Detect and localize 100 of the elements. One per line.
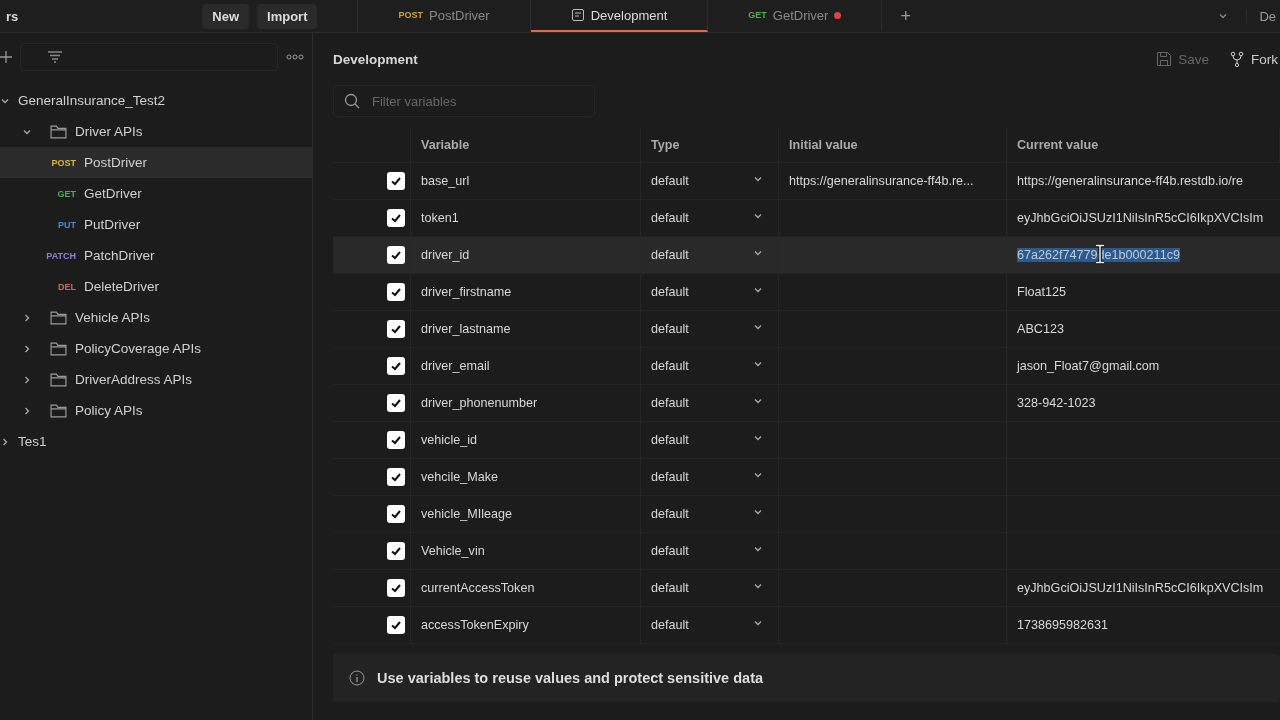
checkbox[interactable] [387,283,405,301]
header-fragment: rs [5,8,20,24]
checkmark-icon [390,397,402,409]
checkbox[interactable] [387,246,405,264]
method-label: PATCH [45,250,76,261]
chevron-icon[interactable] [753,396,763,406]
collection-name[interactable]: GeneralInsurance_Test2 [18,93,166,108]
type-dropdown[interactable]: default [651,507,763,521]
folder-name[interactable]: Driver APIs [75,124,143,139]
folder-name[interactable]: Policy APIs [75,403,143,418]
chevron-icon[interactable] [753,544,763,554]
current-value: 1738695982631 [1017,618,1109,632]
chevron-icon[interactable] [22,374,32,385]
type-dropdown[interactable]: default [651,396,763,410]
variable-cell: driver_lastname [411,311,641,348]
filter-field[interactable]: Filter variables [333,85,595,117]
checkbox[interactable] [387,468,405,486]
chevron-icon[interactable] [753,618,763,628]
variable-cell: base_url [411,163,641,200]
type-dropdown[interactable]: default [651,433,763,447]
chevron-icon[interactable] [22,312,32,323]
chevron-icon[interactable] [0,436,10,447]
checkbox[interactable] [387,172,405,190]
editor-tab[interactable]: POST PostDriver [358,0,531,32]
variable-cell: vehicle_MIleage [411,496,641,533]
current-value: https://generalinsurance-ff4b.restdb.io/re [1017,174,1243,188]
tab-label: PostDriver [429,7,490,23]
variable-cell: currentAccessToken [411,570,641,607]
variable-cell: Vehicle_vin [411,533,641,570]
chevron-icon[interactable] [753,581,763,591]
chevron-icon[interactable] [753,285,763,295]
checkbox[interactable] [387,209,405,227]
checkmark-icon [390,212,402,224]
toolbar-button[interactable]: Import [257,3,318,29]
chevron-icon[interactable] [22,343,32,354]
chevron-icon[interactable] [753,470,763,480]
info-title: Use variables to reuse values and protect sensitive data [377,670,764,686]
type-dropdown[interactable]: default [651,322,763,336]
method-label: GET [56,188,76,199]
chevron-icon[interactable] [753,322,763,332]
folder-name[interactable]: PolicyCoverage APIs [75,341,202,356]
current-value: Float125 [1017,285,1066,299]
folder-icon [50,403,67,418]
checkbox[interactable] [387,320,405,338]
request-item[interactable]: PUT PutDriver [0,209,312,240]
request-name: DeleteDriver [84,279,160,294]
chevron-icon[interactable] [753,211,763,221]
checkbox[interactable] [387,431,405,449]
add-icon[interactable] [0,51,12,63]
type-dropdown[interactable]: default [651,470,763,484]
type-dropdown[interactable]: default [651,285,763,299]
environment-fragment[interactable]: De [1246,8,1280,24]
checkbox[interactable] [387,357,405,375]
request-item[interactable]: GET GetDriver [0,178,312,209]
type-dropdown[interactable]: default [651,618,763,632]
chevron-icon[interactable] [753,248,763,258]
chevron-icon[interactable] [753,359,763,369]
variable-cell: driver_phonenumber [411,385,641,422]
request-item[interactable]: DEL DeleteDriver [0,271,312,302]
type-dropdown[interactable]: default [651,581,763,595]
chevron-icon[interactable] [1218,11,1229,21]
chevron-icon[interactable] [753,507,763,517]
type-dropdown[interactable]: default [651,248,763,262]
new-tab-button[interactable]: + [900,5,911,27]
chevron-icon[interactable] [753,174,763,184]
variable-cell: driver_id [411,237,641,274]
request-item[interactable]: PATCH PatchDriver [0,240,312,271]
method-label: POST [398,10,423,20]
checkbox[interactable] [387,579,405,597]
more-icon[interactable] [286,54,304,60]
collection-name[interactable]: Tes1 [18,434,47,449]
column-header: Current value [1017,137,1099,152]
checkbox[interactable] [387,616,405,634]
request-item[interactable]: POST PostDriver [0,147,312,178]
type-dropdown[interactable]: default [651,174,763,188]
checkbox[interactable] [387,542,405,560]
checkmark-icon [390,286,402,298]
type-dropdown[interactable]: default [651,544,763,558]
checkmark-icon [390,545,402,557]
checkbox[interactable] [387,505,405,523]
checkbox[interactable] [387,394,405,412]
fork-button[interactable]: Fork [1227,47,1280,71]
editor-tab[interactable]: GET GetDriver [708,0,883,32]
toolbar-button[interactable]: New [202,3,250,29]
search-icon [344,93,360,109]
chevron-icon[interactable] [22,405,32,416]
info-icon [349,670,365,686]
method-label: DEL [57,281,76,292]
checkmark-icon [390,323,402,335]
folder-name[interactable]: DriverAddress APIs [75,372,193,387]
filter-icon[interactable] [47,51,63,63]
current-value: eyJhbGciOiJSUzI1NiIsInR5cCI6IkpXVCIsIm [1017,211,1264,225]
editor-tab[interactable]: Development [530,0,709,32]
type-dropdown[interactable]: default [651,211,763,225]
chevron-icon[interactable] [753,433,763,443]
request-name: GetDriver [84,186,142,201]
folder-name[interactable]: Vehicle APIs [75,310,151,325]
method-label: PUT [57,219,76,230]
type-dropdown[interactable]: default [651,359,763,373]
current-value: 328-942-1023 [1017,396,1096,410]
